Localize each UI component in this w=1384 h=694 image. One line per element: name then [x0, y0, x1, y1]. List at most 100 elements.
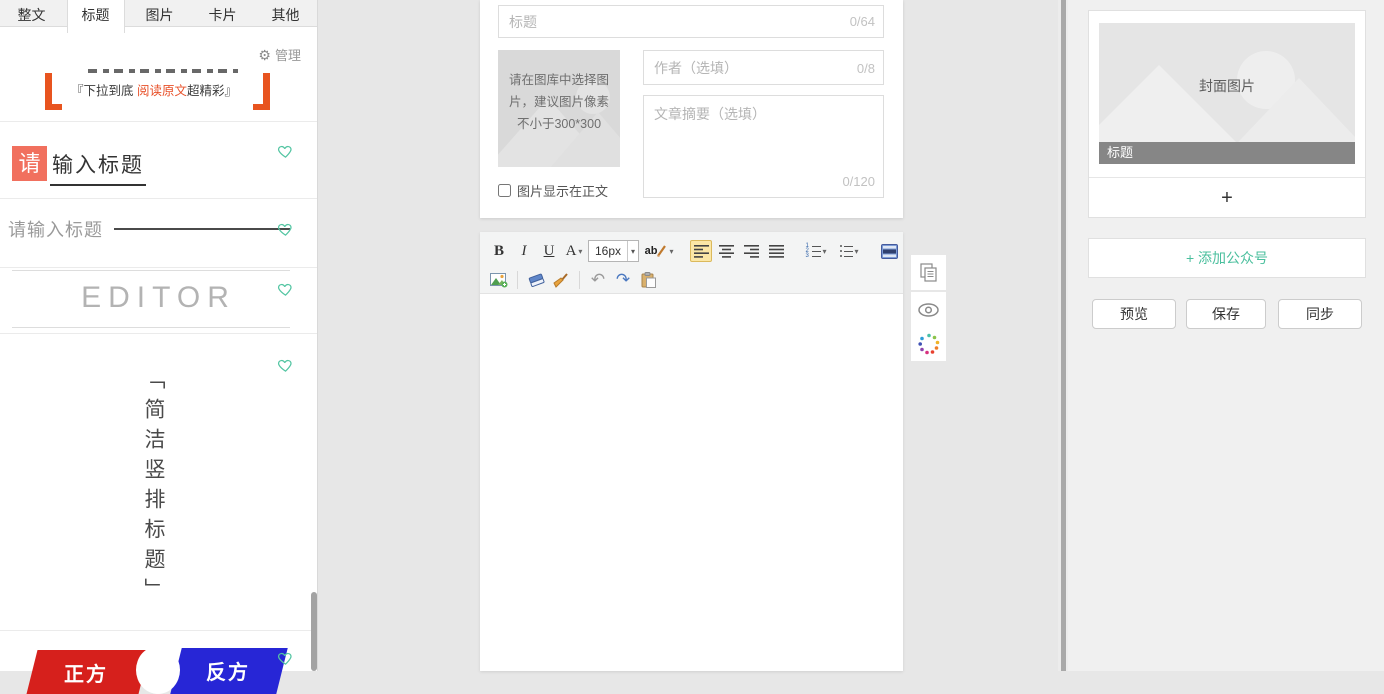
- sidebar-tabbar: 整文 标题 图片 卡片 其他: [0, 0, 317, 27]
- line-template-title: 请输入标题: [8, 216, 103, 242]
- title-field: 0/64: [498, 5, 884, 38]
- favorite-heart-icon[interactable]: [276, 281, 295, 298]
- title-counter: 0/64: [850, 14, 875, 29]
- undo-button[interactable]: ↶: [587, 269, 609, 291]
- sidebar-scrollbar-thumb[interactable]: [311, 592, 317, 671]
- author-field: 0/8: [643, 50, 884, 85]
- show-image-in-body-checkbox[interactable]: [498, 184, 511, 197]
- divider: [0, 267, 317, 268]
- insert-image-button[interactable]: [488, 269, 510, 291]
- undo-icon: ↶: [591, 270, 605, 290]
- cover-card: 封面图片 标题 +: [1088, 10, 1366, 218]
- favorite-heart-icon[interactable]: [276, 143, 295, 160]
- broom-icon: [553, 273, 570, 288]
- font-size-value: 16px: [589, 244, 627, 258]
- show-image-in-body-row: 图片显示在正文: [498, 181, 608, 200]
- preview-button[interactable]: 预览: [1092, 299, 1176, 329]
- tab-other[interactable]: 其他: [258, 0, 314, 27]
- chevron-down-icon: ▾: [578, 247, 582, 256]
- font-color-button[interactable]: A▾: [563, 240, 585, 262]
- read-original-link-text: 阅读原文: [137, 84, 187, 98]
- please-box-badge: 请: [12, 146, 47, 181]
- highlight-color-button[interactable]: ab ▾: [642, 240, 676, 262]
- align-right-icon: [744, 245, 759, 258]
- favorite-heart-icon[interactable]: [276, 650, 295, 667]
- redo-button[interactable]: ↷: [612, 269, 634, 291]
- clipboard-icon: [641, 272, 656, 288]
- vs-left-label: 正方: [64, 658, 108, 687]
- template-sidebar: 整文 标题 图片 卡片 其他 ⚙ 管理 『下拉到底 阅读原文超精彩』 请 输入标…: [0, 0, 318, 671]
- align-justify-button[interactable]: [765, 240, 787, 262]
- gear-icon: ⚙: [258, 48, 271, 62]
- align-left-button[interactable]: [690, 240, 712, 262]
- page-scrollbar-thumb[interactable]: [1061, 0, 1066, 671]
- clipped-text-fragment: [88, 69, 238, 73]
- favorite-heart-icon[interactable]: [276, 357, 295, 374]
- article-meta-panel: 0/64 请在图库中选择图片，建议图片像素不小于300*300 0/8 0/12…: [480, 0, 903, 218]
- eraser-icon: [528, 273, 545, 287]
- please-box-title: 输入标题: [50, 149, 146, 186]
- bold-button[interactable]: B: [488, 240, 510, 262]
- summary-counter: 0/120: [842, 174, 875, 189]
- format-brush-button[interactable]: [550, 269, 572, 291]
- copy-article-button[interactable]: [911, 255, 946, 290]
- divider: [0, 198, 317, 199]
- image-picker-hint: 请在图库中选择图片，建议图片像素不小于300*300: [498, 70, 620, 136]
- chevron-down-icon: ▾: [669, 247, 673, 256]
- editor-word-title: EDITOR: [0, 281, 317, 315]
- vs-gap-circle: [136, 646, 180, 694]
- save-button[interactable]: 保存: [1186, 299, 1266, 329]
- manage-label: 管理: [275, 45, 301, 64]
- tab-full-article[interactable]: 整文: [4, 0, 60, 27]
- editor-body[interactable]: [480, 294, 903, 671]
- align-center-button[interactable]: [715, 240, 737, 262]
- eraser-button[interactable]: [525, 269, 547, 291]
- author-input[interactable]: [644, 51, 883, 84]
- align-right-button[interactable]: [740, 240, 762, 262]
- eye-icon: [918, 303, 939, 317]
- chevron-down-icon: ▾: [627, 241, 638, 261]
- unordered-list-icon: [840, 245, 853, 258]
- line-template-rule: [114, 228, 290, 230]
- theme-color-button[interactable]: [911, 326, 946, 361]
- preview-article-button[interactable]: [911, 292, 946, 327]
- divider: [0, 121, 317, 122]
- align-justify-icon: [769, 245, 784, 258]
- tab-card[interactable]: 卡片: [195, 0, 251, 27]
- italic-button[interactable]: I: [513, 240, 535, 262]
- underline-button[interactable]: U: [538, 240, 560, 262]
- pencil-icon: [657, 245, 667, 257]
- editor-word-top-rule: [12, 270, 290, 271]
- author-counter: 0/8: [857, 61, 875, 76]
- sync-button[interactable]: 同步: [1278, 299, 1362, 329]
- bracket-template-text: 『下拉到底 阅读原文超精彩』: [71, 80, 237, 99]
- show-image-in-body-label: 图片显示在正文: [517, 181, 608, 200]
- summary-field: 0/120: [643, 95, 884, 198]
- align-center-icon: [719, 245, 734, 258]
- tab-image[interactable]: 图片: [132, 0, 188, 27]
- bracket-right-foot: [253, 104, 270, 110]
- insert-video-button[interactable]: [878, 240, 900, 262]
- favorite-heart-icon[interactable]: [276, 221, 295, 238]
- paste-button[interactable]: [637, 269, 659, 291]
- redo-icon: ↷: [616, 270, 630, 290]
- tab-title[interactable]: 标题: [67, 0, 125, 33]
- toolbar-separator: [579, 271, 580, 289]
- video-icon: [881, 244, 898, 259]
- font-size-select[interactable]: 16px ▾: [588, 240, 639, 262]
- color-dot-ring-icon: [918, 333, 940, 355]
- ordered-list-button[interactable]: 1 2 3 ▾: [801, 240, 831, 262]
- toolbar-separator: [517, 271, 518, 289]
- unordered-list-button[interactable]: ▾: [834, 240, 864, 262]
- vertical-template-title: 「简洁竖排标题」: [138, 368, 168, 608]
- add-article-button[interactable]: +: [1089, 177, 1365, 218]
- bracket-left-foot: [45, 104, 62, 110]
- title-input[interactable]: [499, 6, 883, 37]
- image-icon: [490, 273, 508, 288]
- add-account-button[interactable]: + 添加公众号: [1088, 238, 1366, 278]
- copy-pages-icon: [920, 263, 938, 282]
- chevron-down-icon: ▾: [855, 247, 859, 256]
- cover-image-picker[interactable]: 请在图库中选择图片，建议图片像素不小于300*300: [498, 50, 620, 167]
- cover-image-placeholder[interactable]: 封面图片 标题: [1099, 23, 1355, 164]
- manage-link[interactable]: ⚙ 管理: [258, 45, 301, 64]
